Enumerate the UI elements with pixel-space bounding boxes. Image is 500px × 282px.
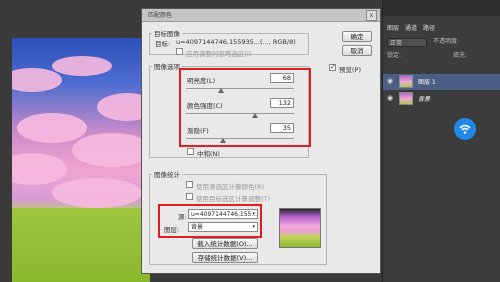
eye-icon[interactable]: ◉ (387, 95, 394, 102)
image-options-label: 图像选项 (152, 61, 182, 71)
tab-layers[interactable]: 图层 (387, 24, 399, 34)
layer-thumbnail (399, 75, 413, 88)
source-preview-thumbnail (279, 208, 321, 248)
use-source-selection-checkbox[interactable] (186, 181, 193, 188)
layers-panel: 图层 通道 路径 正常 不透明度: 锁定: 填充: ◉ 图层 1 ◉ 背景 (382, 0, 500, 282)
highlight-box (158, 204, 262, 238)
image-statistics-label: 图像统计 (152, 169, 182, 179)
layer-thumbnail (399, 92, 413, 105)
blend-mode-select[interactable]: 正常 (387, 38, 427, 47)
target-label: 目标: (155, 40, 171, 48)
dialog-titlebar[interactable]: 匹配颜色 x (142, 9, 380, 22)
lock-label: 锁定: (387, 52, 402, 59)
match-color-dialog: 匹配颜色 x 目标图像 目标: u=4097144746,155935...(.… (141, 8, 381, 274)
save-statistics-button[interactable]: 存储统计数据(V)... (192, 252, 258, 263)
use-source-selection-label: 使用源选区计算颜色(R) (196, 183, 265, 191)
tab-paths[interactable]: 路径 (423, 24, 435, 34)
ignore-selection-checkbox[interactable] (176, 48, 183, 55)
layer-row[interactable]: ◉ 背景 (383, 91, 500, 107)
preview-checkbox[interactable] (329, 63, 336, 71)
eye-icon[interactable]: ◉ (387, 78, 394, 85)
fill-label: 填充: (453, 52, 468, 59)
tab-channels[interactable]: 通道 (405, 24, 417, 34)
use-target-selection-checkbox[interactable] (186, 193, 193, 200)
load-statistics-button[interactable]: 载入统计数据(O)... (192, 238, 258, 249)
dialog-title: 匹配颜色 (148, 12, 173, 19)
highlight-box (179, 68, 311, 147)
neutralize-checkbox[interactable] (187, 148, 194, 155)
panel-toolbar (383, 0, 500, 16)
document-image (12, 38, 150, 282)
opacity-label: 不透明度: (433, 38, 460, 45)
close-button[interactable]: x (366, 10, 377, 21)
cancel-button[interactable]: 取消 (342, 45, 372, 56)
wifi-icon (454, 118, 476, 140)
target-value: u=4097144746,155935...(..., RGB/8) (176, 38, 296, 46)
neutralize-label: 中和(N) (197, 150, 220, 158)
ok-button[interactable]: 确定 (342, 31, 372, 42)
layer-name: 背景 (418, 96, 431, 103)
use-target-selection-label: 使用目标选区计算调整(T) (196, 195, 271, 203)
layer-row[interactable]: ◉ 图层 1 (383, 74, 500, 90)
ignore-selection-label: 应用调整时忽略选区(I) (186, 50, 252, 58)
target-group-label: 目标图像 (152, 28, 182, 38)
preview-label: 预览(P) (339, 66, 361, 74)
layer-name: 图层 1 (418, 79, 436, 86)
